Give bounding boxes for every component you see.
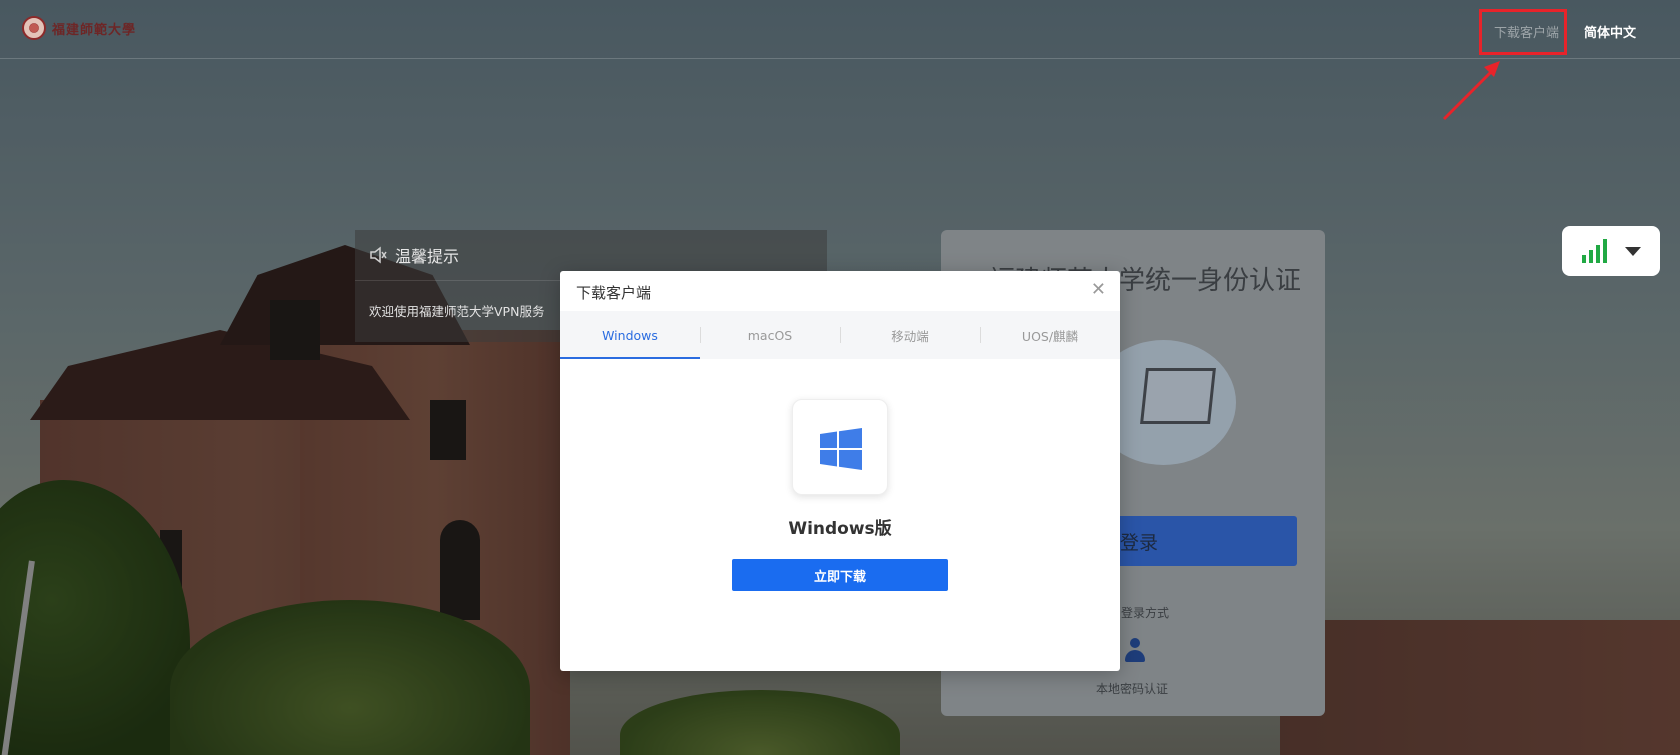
seal-icon: [22, 16, 46, 40]
os-name-label: Windows版: [788, 519, 892, 539]
speaker-icon: [370, 246, 387, 264]
download-client-modal: 下载客户端 ✕ Windows macOS 移动端 UOS/麒麟 Windows…: [560, 271, 1120, 671]
signal-bars-icon: [1581, 239, 1607, 263]
local-password-auth-link[interactable]: 本地密码认证: [1096, 680, 1168, 697]
tab-windows[interactable]: Windows: [560, 311, 700, 359]
login-methods-label: 登录方式: [1121, 606, 1170, 620]
tab-macos[interactable]: macOS: [700, 311, 840, 359]
tab-mobile[interactable]: 移动端: [840, 311, 980, 359]
modal-title: 下载客户端: [576, 284, 652, 302]
tab-uos-kylin[interactable]: UOS/麒麟: [980, 311, 1120, 359]
top-bar: 福建師範大學 下载客户端 简体中文: [0, 0, 1680, 59]
download-now-button[interactable]: 立即下载: [732, 559, 948, 591]
annotation-highlight-box: [1479, 9, 1567, 55]
close-icon[interactable]: ✕: [1091, 281, 1106, 299]
logo-text: 福建師範大學: [52, 22, 137, 38]
os-tabs: Windows macOS 移动端 UOS/麒麟: [560, 311, 1120, 359]
university-logo[interactable]: 福建師範大學: [22, 16, 136, 40]
notice-title: 温馨提示: [395, 247, 460, 266]
chevron-down-icon[interactable]: [1624, 246, 1641, 256]
annotation-arrow-icon: [1442, 61, 1500, 121]
language-selector[interactable]: 简体中文: [1584, 22, 1636, 41]
windows-logo-card: [792, 399, 888, 495]
user-icon[interactable]: [1124, 638, 1146, 664]
windows-icon: [820, 428, 862, 470]
network-status-widget[interactable]: [1562, 226, 1660, 276]
